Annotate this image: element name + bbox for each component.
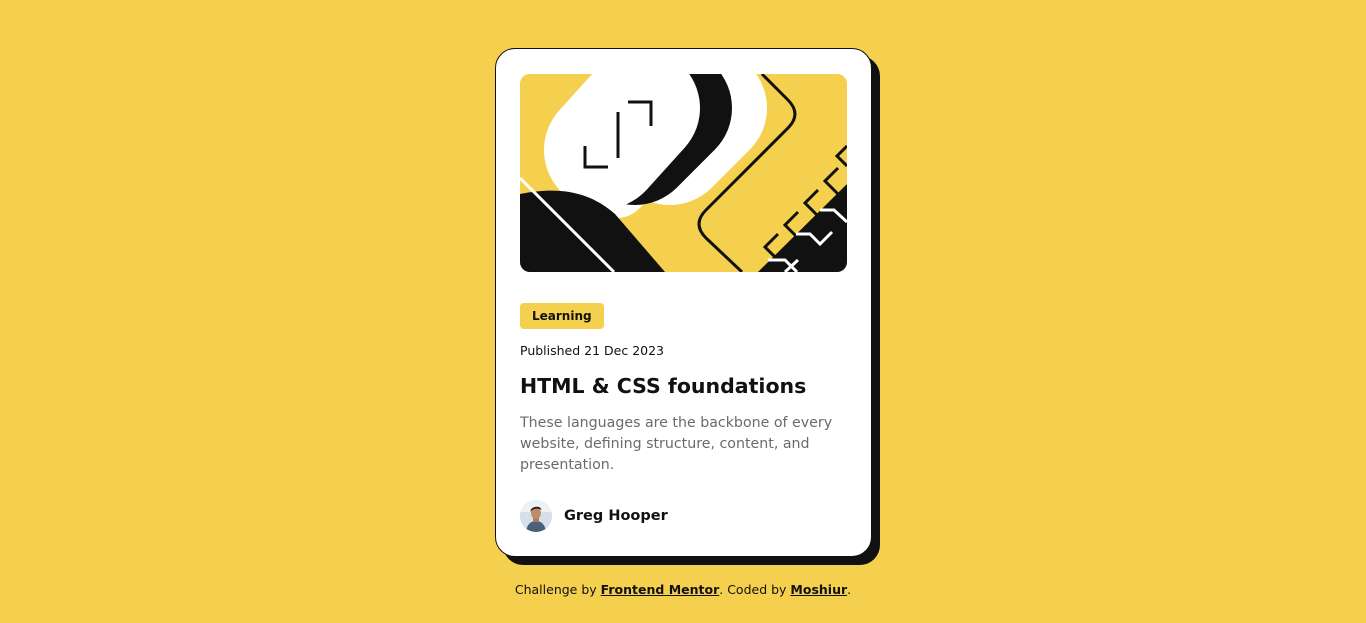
author-info: Greg Hooper: [520, 500, 668, 532]
attribution-footer: Challenge by Frontend Mentor. Coded by M…: [0, 582, 1366, 597]
illustration-graphic: [520, 74, 847, 272]
avatar-photo-icon: [520, 500, 552, 532]
coder-link[interactable]: Moshiur: [790, 582, 847, 597]
card-title[interactable]: HTML & CSS foundations: [520, 373, 806, 399]
frontend-mentor-link[interactable]: Frontend Mentor: [601, 582, 720, 597]
published-date: Published 21 Dec 2023: [520, 343, 665, 358]
card-description: These languages are the backbone of ever…: [520, 415, 833, 473]
attribution-suffix: .: [847, 582, 852, 597]
hero-illustration: [520, 74, 847, 272]
attribution-prefix: Challenge by: [514, 582, 601, 597]
attribution-middle: . Coded by: [719, 582, 791, 597]
avatar: [520, 500, 552, 532]
author-name: Greg Hooper: [564, 508, 668, 524]
blog-preview-card: Learning Published 21 Dec 2023 HTML & CS…: [495, 48, 872, 557]
category-tag: Learning: [520, 303, 604, 329]
